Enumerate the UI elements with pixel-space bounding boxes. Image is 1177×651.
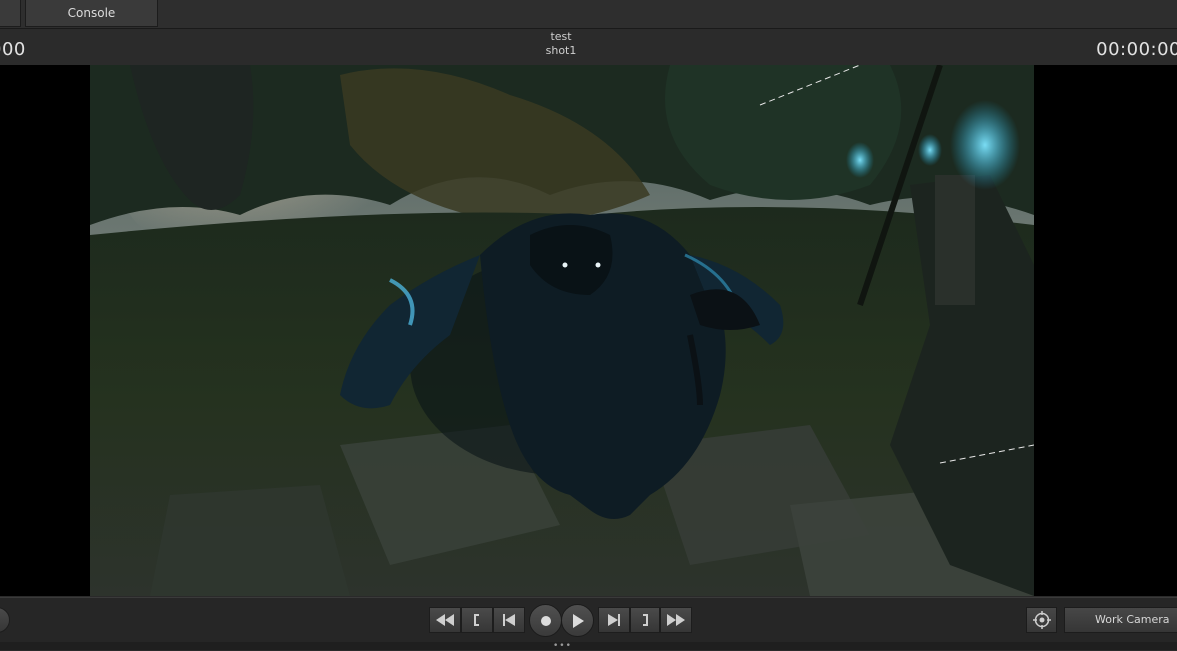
left-edge-button[interactable] [0, 607, 10, 633]
record-button[interactable] [529, 604, 562, 637]
work-camera-button[interactable]: Work Camera [1064, 607, 1177, 633]
skip-forward-icon [608, 614, 620, 626]
bracket-open-icon [474, 614, 479, 626]
shot-name: shot1 [545, 44, 577, 57]
transport-bar: Work Camera [0, 597, 1177, 643]
scene-render[interactable] [90, 65, 1034, 596]
mark-out-button[interactable] [630, 607, 660, 633]
fast-forward-button[interactable] [660, 607, 692, 633]
session-name: test [550, 30, 572, 43]
total-time-readout: 00:00:00 [1096, 39, 1177, 60]
fast-forward-icon [667, 614, 685, 626]
resize-grip-icon: ••• [553, 641, 572, 651]
play-button[interactable] [561, 604, 594, 637]
tab-strip: Console [0, 0, 1177, 29]
mark-in-button[interactable] [461, 607, 493, 633]
step-back-button[interactable] [493, 607, 525, 633]
scene-image [90, 65, 1034, 596]
camera-target-button[interactable] [1026, 607, 1057, 633]
shot-info: test shot1 [511, 30, 611, 58]
tab-console[interactable]: Console [25, 0, 158, 27]
crosshair-icon [1032, 611, 1051, 629]
play-icon [572, 613, 584, 628]
viewport[interactable] [0, 65, 1177, 596]
info-bar: 000 test shot1 00:00:00 [0, 29, 1177, 65]
rewind-icon [436, 614, 454, 626]
tab-previous[interactable] [0, 0, 21, 27]
skip-back-icon [503, 614, 515, 626]
step-forward-button[interactable] [598, 607, 630, 633]
record-icon [540, 615, 551, 626]
bottom-resize-strip[interactable]: ••• [0, 641, 1177, 651]
rewind-button[interactable] [429, 607, 461, 633]
current-time-readout: 000 [0, 39, 26, 60]
bracket-close-icon [643, 614, 648, 626]
